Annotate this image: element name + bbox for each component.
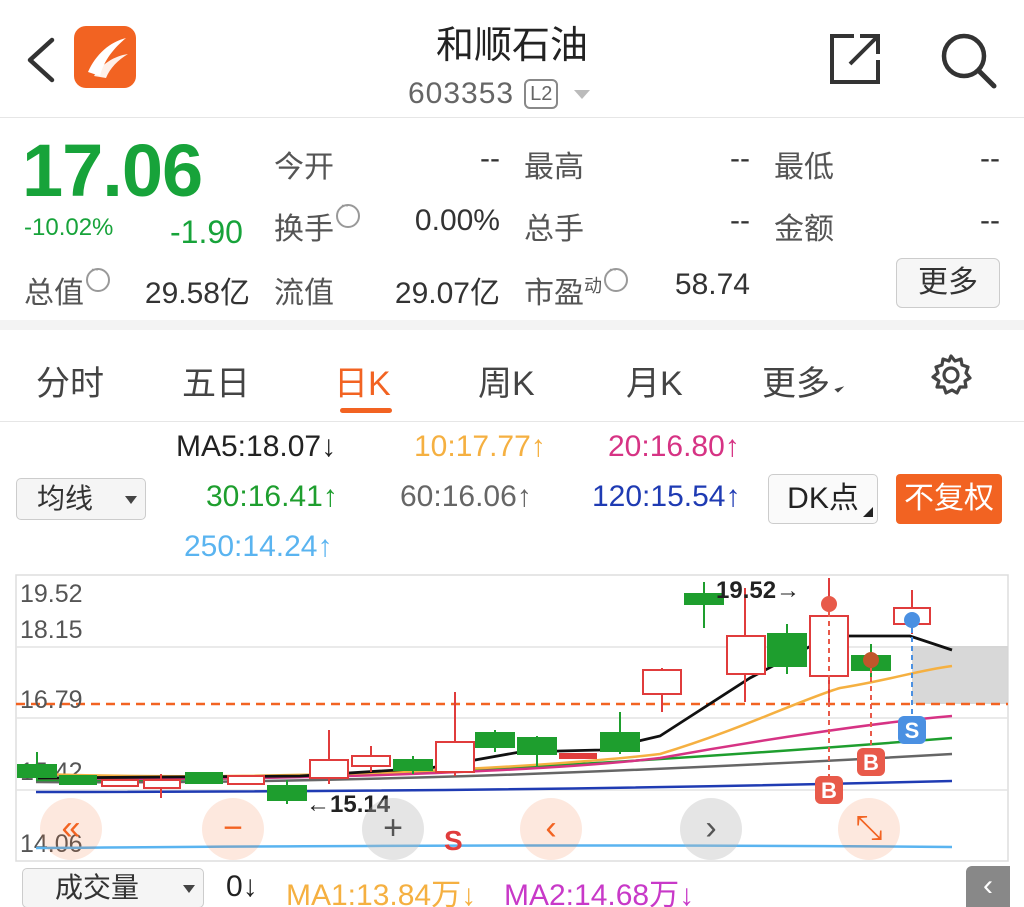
share-icon[interactable]	[826, 30, 886, 88]
float-cap-label: 流值	[274, 277, 334, 310]
ma120-value: 120:15.54↑	[592, 480, 741, 513]
high-value: --	[730, 142, 750, 175]
period-tabs: 分时 五日 日K 周K 月K 更多	[0, 340, 1024, 422]
turnover-value: 0.00%	[414, 204, 500, 237]
next-button[interactable]: ›	[680, 798, 742, 860]
open-label: 今开	[274, 151, 334, 184]
collapse-panel-button[interactable]: ‹	[966, 866, 1010, 907]
level-badge: L2	[524, 79, 559, 109]
float-cap-value: 29.07亿	[394, 277, 500, 310]
open-value: --	[480, 142, 500, 175]
max-price-annotation: 19.52→	[716, 577, 800, 604]
y-label: 19.52	[20, 580, 83, 608]
ma30-value: 30:16.41↑	[206, 480, 338, 513]
stock-code: 603353	[408, 77, 515, 110]
corner-caret-icon	[863, 507, 873, 517]
chevron-down-icon	[574, 89, 591, 99]
volume-current: 0↓	[226, 870, 258, 903]
prev-button[interactable]: ‹	[520, 798, 582, 860]
tab-more[interactable]: 更多	[762, 356, 845, 405]
dk-point-button[interactable]: DK点	[768, 474, 878, 524]
gear-icon[interactable]	[928, 352, 974, 398]
ma10-value: 10:17.77↑	[414, 430, 546, 463]
pe-value: 58.74	[674, 268, 750, 301]
tab-daily-k[interactable]: 日K	[334, 356, 391, 405]
info-icon[interactable]	[336, 197, 360, 228]
tab-intraday[interactable]: 分时	[36, 356, 104, 405]
info-icon[interactable]	[604, 261, 628, 292]
fast-back-button[interactable]: «	[40, 798, 102, 860]
search-icon[interactable]	[938, 30, 998, 90]
sell-signal-text: S	[905, 718, 920, 743]
tab-monthly-k[interactable]: 月K	[626, 356, 683, 405]
quote-panel: 17.06 -10.02% -1.90 今开 -- 最高 -- 最低 -- 换手…	[0, 118, 1024, 330]
chevron-down-icon	[125, 496, 137, 504]
amount-value: --	[980, 204, 1000, 237]
amount-label: 金额	[774, 213, 834, 246]
signal-s-label: S	[444, 825, 463, 856]
volume-value: --	[730, 204, 750, 237]
buy-signal-text: B	[821, 778, 837, 803]
volume-label: 总手	[524, 213, 584, 246]
zoom-in-button[interactable]: +	[362, 798, 424, 860]
adjust-button[interactable]: 不复权	[896, 474, 1002, 524]
market-cap-value: 29.58亿	[144, 277, 250, 310]
indicator-select[interactable]: 均线	[16, 478, 146, 520]
tab-five-day[interactable]: 五日	[182, 356, 250, 405]
volume-ma1: MA1:13.84万↓	[286, 879, 477, 907]
ma60-value: 60:16.06↑	[400, 480, 532, 513]
active-tab-indicator	[340, 408, 392, 413]
fullscreen-button[interactable]: ⤡	[838, 798, 900, 860]
turnover-label[interactable]: 换手	[274, 197, 360, 248]
chevron-down-icon	[183, 885, 195, 893]
y-label: 16.79	[20, 686, 83, 714]
change-percent: -10.02%	[24, 214, 114, 241]
ma20-value: 20:16.80↑	[608, 430, 740, 463]
more-button[interactable]: 更多	[896, 258, 1000, 308]
tab-weekly-k[interactable]: 周K	[478, 356, 535, 405]
low-value: --	[980, 142, 1000, 175]
header-bar: 和顺石油 603353 L2	[0, 0, 1024, 118]
change-amount: -1.90	[170, 214, 243, 250]
last-price: 17.06	[22, 129, 203, 212]
volume-indicator-select[interactable]: 成交量	[22, 868, 204, 907]
market-cap-label[interactable]: 总值	[24, 261, 110, 312]
buy-signal-text: B	[863, 750, 879, 775]
y-label: 18.15	[20, 616, 83, 644]
corner-caret-icon	[834, 382, 845, 393]
stock-code-row[interactable]: 603353 L2	[408, 74, 591, 114]
volume-indicator-row: 成交量 0↓ MA1:13.84万↓ MA2:14.68万↓ ‹	[0, 866, 1024, 907]
volume-ma2: MA2:14.68万↓	[504, 879, 695, 907]
zoom-out-button[interactable]: −	[202, 798, 264, 860]
ma250-value: 250:14.24↑	[184, 530, 333, 563]
high-label: 最高	[524, 151, 584, 184]
kline-chart[interactable]: 19.52 18.15 16.79 15.42 14.06	[0, 570, 1024, 865]
ma5-value: MA5:18.07↓	[176, 430, 337, 463]
pe-label[interactable]: 市盈动	[524, 261, 628, 312]
low-label: 最低	[774, 151, 834, 184]
info-icon[interactable]	[86, 261, 110, 292]
